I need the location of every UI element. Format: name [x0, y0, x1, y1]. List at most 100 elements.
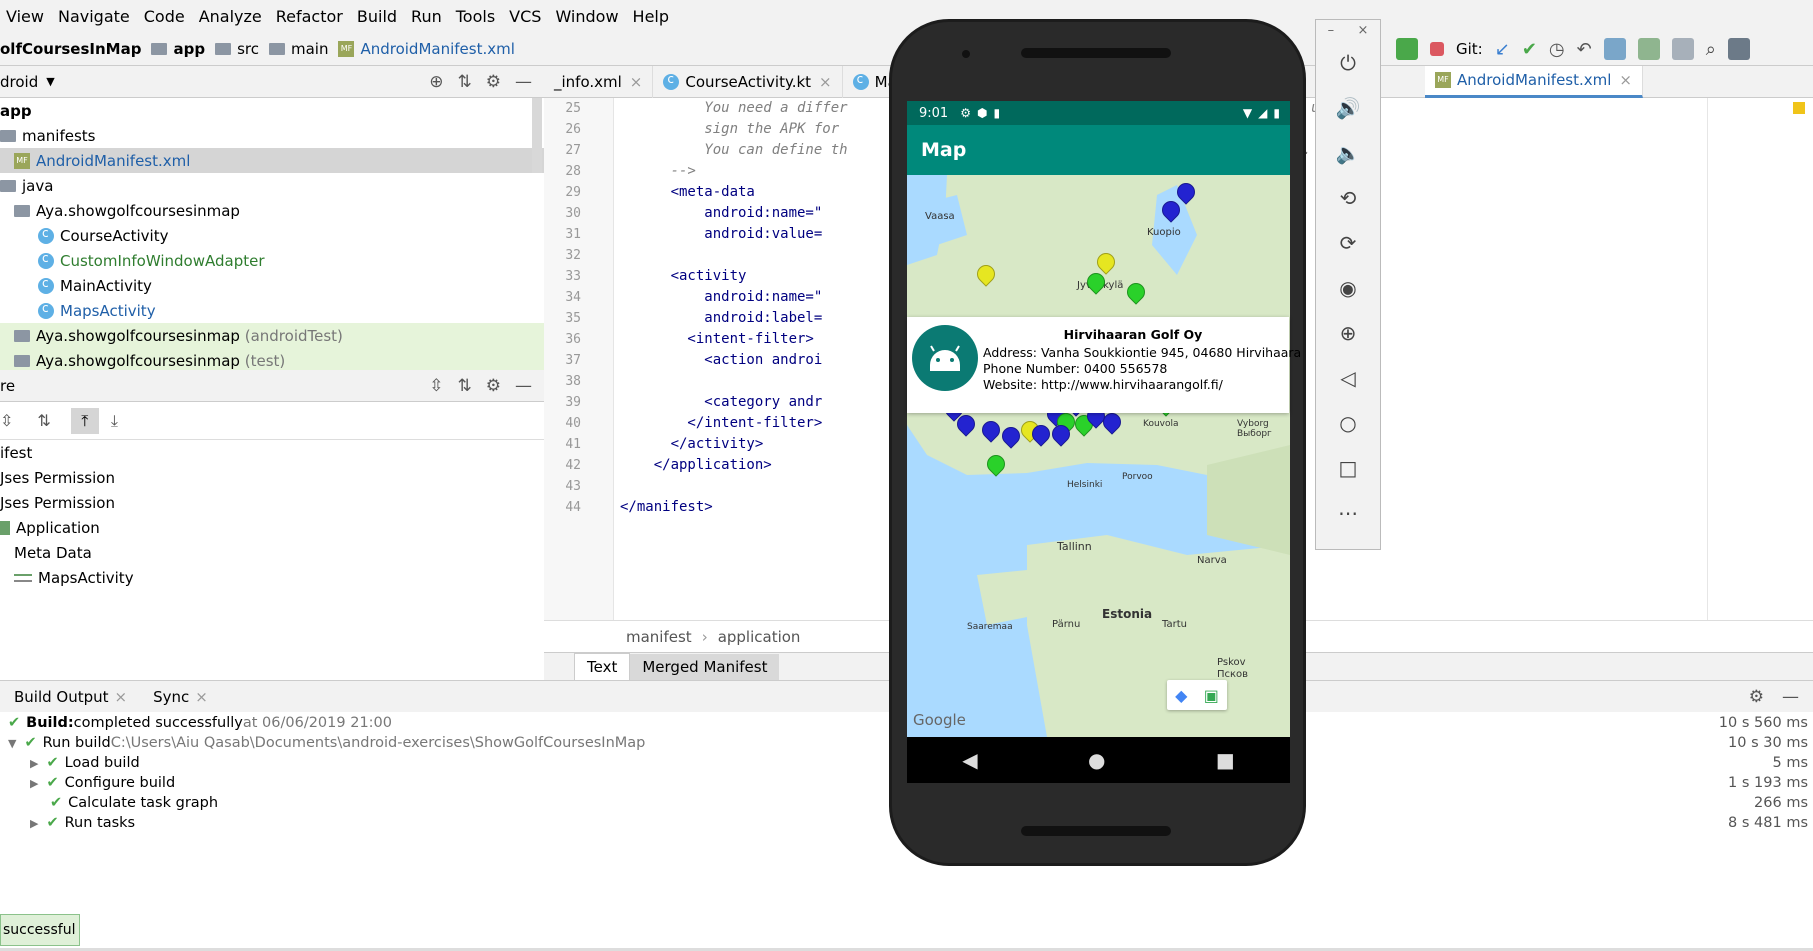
chevron-right-icon[interactable]: ▶: [30, 757, 38, 770]
gear-icon[interactable]: ⚙: [486, 376, 501, 396]
tab-courseactivity[interactable]: CourseActivity.kt×: [653, 65, 843, 98]
close-icon[interactable]: ×: [1619, 71, 1632, 89]
chevron-down-icon[interactable]: ▼: [8, 737, 16, 750]
close-icon[interactable]: ×: [195, 688, 208, 706]
structure-item-uses-permission[interactable]: Jses Permission: [0, 465, 544, 490]
debug-icon[interactable]: [1396, 38, 1418, 60]
tab-build-output[interactable]: Build Output: [14, 688, 109, 706]
home-icon[interactable]: ●: [1088, 748, 1105, 772]
gear-icon[interactable]: ⚙: [1749, 687, 1764, 707]
map-view[interactable]: Vaasa Kuopio Jyväskylä Tallinn Estonia N…: [907, 175, 1290, 737]
structure-item-manifest[interactable]: ifest: [0, 440, 544, 465]
sort-down-icon[interactable]: ⤓: [111, 411, 118, 431]
build-toast[interactable]: successful: [0, 914, 80, 946]
volume-up-icon[interactable]: 🔊: [1316, 85, 1380, 130]
back-icon[interactable]: ◁: [1316, 355, 1380, 400]
recents-icon[interactable]: ■: [1216, 748, 1235, 772]
build-load-row[interactable]: ▶ ✔ Load build: [0, 753, 900, 773]
build-run-row[interactable]: ▼ ✔ Run build C:\Users\Aiu Qasab\Documen…: [0, 733, 900, 753]
tab-text[interactable]: Text: [574, 652, 631, 681]
minimize-icon[interactable]: —: [1782, 687, 1799, 707]
minimize-icon[interactable]: –: [1328, 23, 1335, 38]
breadcrumb-application-tag[interactable]: application: [718, 628, 801, 646]
menu-help[interactable]: Help: [633, 7, 669, 26]
back-icon[interactable]: ◀: [962, 748, 977, 772]
gear-icon[interactable]: ⚙: [486, 72, 501, 92]
menu-view[interactable]: View: [6, 7, 44, 26]
menu-window[interactable]: Window: [555, 7, 618, 26]
menu-code[interactable]: Code: [144, 7, 185, 26]
more-icon[interactable]: ⋯: [1316, 490, 1380, 535]
git-update-icon[interactable]: ↙: [1495, 39, 1510, 60]
breadcrumb-main[interactable]: main: [268, 40, 328, 58]
collapse-icon[interactable]: ⇅: [458, 72, 472, 92]
menu-refactor[interactable]: Refactor: [276, 7, 343, 26]
chevron-right-icon[interactable]: ▶: [30, 817, 38, 830]
search-icon[interactable]: ⌕: [1706, 39, 1716, 60]
tab-merged-manifest[interactable]: Merged Manifest: [630, 653, 780, 680]
project-structure-icon[interactable]: [1727, 38, 1750, 60]
chevron-down-icon[interactable]: ▼: [46, 75, 54, 88]
collapse-icon[interactable]: ⇅: [37, 411, 50, 430]
info-window[interactable]: Hirvihaaran Golf Oy Address: Vanha Soukk…: [907, 317, 1301, 413]
structure-item-uses-permission[interactable]: Jses Permission: [0, 490, 544, 515]
close-icon[interactable]: ×: [115, 688, 128, 706]
menu-navigate[interactable]: Navigate: [58, 7, 130, 26]
breadcrumb-app[interactable]: app: [151, 40, 205, 58]
expand-all-icon[interactable]: ⇳: [429, 376, 443, 396]
google-maps-icon[interactable]: ▣: [1204, 686, 1219, 705]
minimize-icon[interactable]: —: [515, 72, 532, 92]
rotate-left-icon[interactable]: ⟲: [1316, 175, 1380, 220]
sort-up-icon[interactable]: ⤒: [70, 407, 99, 434]
locate-icon[interactable]: ⊕: [429, 72, 443, 92]
collapse-all-icon[interactable]: ⇅: [458, 376, 472, 396]
zoom-icon[interactable]: ⊕: [1316, 310, 1380, 355]
sync-gradle-icon[interactable]: [1603, 38, 1626, 60]
directions-icon[interactable]: ◆: [1175, 686, 1187, 705]
build-configure-row[interactable]: ▶ ✔ Configure build: [0, 773, 900, 793]
tab-androidmanifest[interactable]: MF AndroidManifest.xml ×: [1424, 65, 1643, 98]
tree-item-manifest-file[interactable]: MF AndroidManifest.xml: [0, 148, 544, 173]
breadcrumb-src[interactable]: src: [215, 40, 259, 58]
menu-run[interactable]: Run: [411, 7, 442, 26]
close-icon[interactable]: ×: [819, 73, 832, 91]
scrollbar[interactable]: [532, 98, 542, 173]
minimize-icon[interactable]: —: [515, 376, 532, 396]
tree-item-courseactivity[interactable]: CourseActivity: [0, 223, 544, 248]
revert-icon[interactable]: ↶: [1577, 39, 1592, 60]
breadcrumb-project[interactable]: olfCoursesInMap: [0, 40, 141, 58]
menu-tools[interactable]: Tools: [456, 7, 495, 26]
expand-icon[interactable]: ⇳: [0, 411, 13, 430]
tree-item-mainactivity[interactable]: MainActivity: [0, 273, 544, 298]
build-taskgraph-row[interactable]: ✔ Calculate task graph: [0, 793, 900, 813]
structure-item-meta-data[interactable]: Meta Data: [0, 540, 544, 565]
tab-sync[interactable]: Sync: [153, 688, 189, 706]
home-icon[interactable]: ○: [1316, 400, 1380, 445]
power-icon[interactable]: ⏻: [1316, 40, 1380, 85]
volume-down-icon[interactable]: 🔈: [1316, 130, 1380, 175]
overview-icon[interactable]: □: [1316, 445, 1380, 490]
close-icon[interactable]: ×: [1357, 23, 1368, 38]
camera-icon[interactable]: ◉: [1316, 265, 1380, 310]
chevron-right-icon[interactable]: ▶: [30, 777, 38, 790]
tree-item-app[interactable]: app: [0, 98, 544, 123]
menu-build[interactable]: Build: [357, 7, 397, 26]
avd-manager-icon[interactable]: [1637, 38, 1660, 60]
tree-item-package[interactable]: Aya.showgolfcoursesinmap: [0, 198, 544, 223]
close-icon[interactable]: ×: [630, 73, 643, 91]
menu-vcs[interactable]: VCS: [509, 7, 541, 26]
git-commit-icon[interactable]: ✔: [1522, 39, 1537, 60]
warning-marker-icon[interactable]: [1793, 102, 1805, 114]
rotate-right-icon[interactable]: ⟳: [1316, 220, 1380, 265]
menu-analyze[interactable]: Analyze: [199, 7, 262, 26]
tree-item-custominfowindowadapter[interactable]: CustomInfoWindowAdapter: [0, 248, 544, 273]
tree-item-manifests[interactable]: manifests: [0, 123, 544, 148]
tree-item-mapsactivity[interactable]: MapsActivity: [0, 298, 544, 323]
structure-item-mapsactivity[interactable]: MapsActivity: [0, 565, 544, 590]
build-tasks-row[interactable]: ▶ ✔ Run tasks: [0, 813, 900, 833]
tree-item-java[interactable]: java: [0, 173, 544, 198]
tab-info-xml[interactable]: _info.xml ×: [544, 65, 654, 98]
structure-item-application[interactable]: Application: [0, 515, 544, 540]
sdk-manager-icon[interactable]: [1671, 38, 1694, 60]
stop-icon[interactable]: [1430, 42, 1444, 56]
